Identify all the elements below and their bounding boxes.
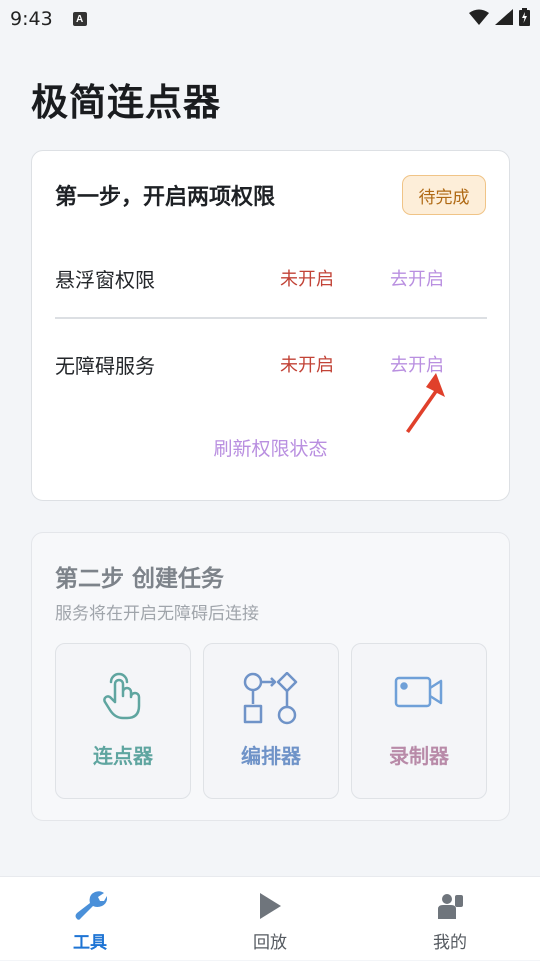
- battery-charging-icon: [519, 8, 530, 30]
- status-time: 9:43: [10, 8, 53, 30]
- tool-label: 录制器: [389, 744, 449, 768]
- permission-status: 未开启: [280, 269, 334, 290]
- video-camera-icon: [352, 672, 486, 728]
- permission-status: 未开启: [280, 355, 334, 376]
- tab-mine[interactable]: 我的: [360, 877, 540, 961]
- tool-label: 编排器: [241, 744, 301, 768]
- auto-clicker-button[interactable]: 连点器: [55, 643, 191, 799]
- tap-hand-icon: [56, 672, 190, 728]
- step2-title: 第二步 创建任务: [55, 566, 225, 592]
- wrench-icon: [0, 891, 180, 921]
- tool-label: 连点器: [93, 744, 153, 768]
- divider: [55, 317, 487, 319]
- status-badge: 待完成: [402, 175, 486, 215]
- permission-name: 悬浮窗权限: [55, 268, 155, 292]
- wifi-icon: [469, 9, 489, 29]
- status-bar: 9:43 A: [0, 0, 540, 38]
- user-icon: [360, 891, 540, 921]
- tab-tools[interactable]: 工具: [0, 877, 180, 961]
- tab-playback[interactable]: 回放: [180, 877, 360, 961]
- bottom-tab-bar: 工具 回放 我的: [0, 876, 540, 960]
- tab-label: 我的: [433, 933, 467, 953]
- permission-row-overlay: 悬浮窗权限 未开启 去开启: [55, 256, 487, 296]
- permission-card: 第一步，开启两项权限 待完成 悬浮窗权限 未开启 去开启 无障碍服务 未开启 去…: [31, 150, 510, 501]
- play-icon: [180, 891, 360, 921]
- tab-label: 回放: [253, 933, 287, 953]
- red-arrow-icon: [405, 373, 445, 439]
- tab-label: 工具: [73, 933, 107, 953]
- permission-name: 无障碍服务: [55, 354, 155, 378]
- page-title: 极简连点器: [31, 81, 221, 124]
- refresh-permissions-button[interactable]: 刷新权限状态: [32, 434, 509, 461]
- step1-title: 第一步，开启两项权限: [55, 185, 276, 210]
- enable-overlay-button[interactable]: 去开启: [390, 265, 444, 291]
- create-task-card: 第二步 创建任务 服务将在开启无障碍后连接 连点器 编排器 录制器: [31, 532, 510, 821]
- orchestrator-button[interactable]: 编排器: [203, 643, 339, 799]
- recorder-button[interactable]: 录制器: [351, 643, 487, 799]
- status-icons: [469, 8, 530, 30]
- notification-a-icon: A: [72, 12, 87, 26]
- flowchart-icon: [204, 672, 338, 728]
- step2-subtitle: 服务将在开启无障碍后连接: [55, 604, 259, 624]
- signal-icon: [495, 9, 513, 29]
